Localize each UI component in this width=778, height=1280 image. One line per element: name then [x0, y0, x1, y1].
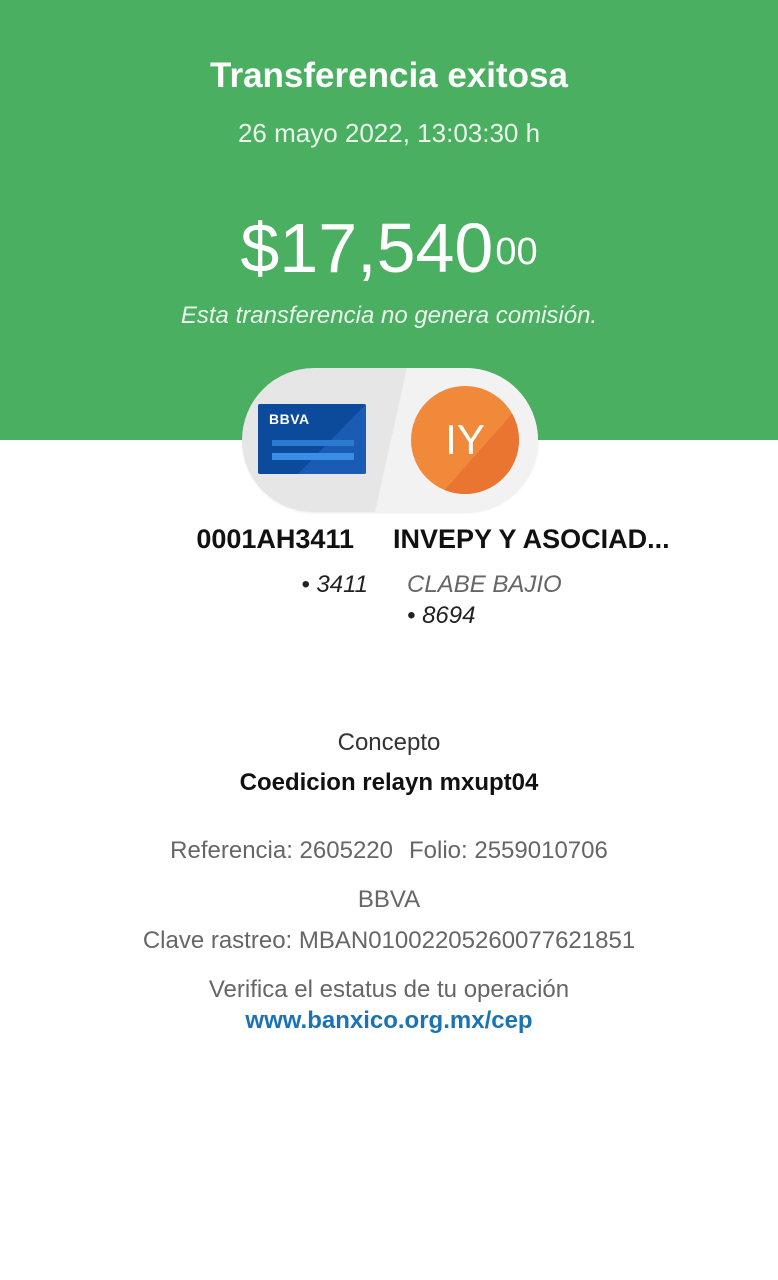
recipient-account-type: CLABE BAJIO	[407, 571, 562, 598]
transfer-parties-pill: BBVA IY	[242, 368, 538, 512]
reference-line: Referencia: 2605220 Folio: 2559010706	[0, 837, 778, 865]
card-stripe	[272, 440, 354, 446]
card-brand: BBVA	[269, 411, 310, 427]
bank-name: BBVA	[357, 886, 421, 913]
recipient-avatar: IY	[411, 386, 519, 494]
fee-note: Esta transferencia no genera comisión.	[180, 302, 598, 329]
concept-value: Coedicion relayn mxupt04	[239, 769, 539, 796]
amount-main: $17,540	[240, 209, 494, 287]
concept-label: Concepto	[337, 729, 441, 756]
recipient-name: INVEPY Y ASOCIAD...	[393, 524, 670, 554]
transfer-datetime: 26 mayo 2022, 13:03:30 h	[237, 118, 541, 148]
tracking-key: Clave rastreo: MBAN01002205260077621851	[142, 927, 636, 954]
verify-text: Verifica el estatus de tu operación	[208, 976, 570, 1003]
folio-number: Folio: 2559010706	[409, 837, 608, 864]
banxico-cep-link[interactable]: www.banxico.org.mx/cep	[0, 1007, 778, 1035]
recipient-account-number: • 8694	[407, 602, 476, 629]
origin-account-name: 0001AH3411	[196, 524, 354, 554]
amount-cents: 00	[495, 231, 538, 273]
page-title: Transferencia exitosa	[210, 56, 568, 95]
avatar-initials: IY	[445, 416, 485, 463]
reference-number: Referencia: 2605220	[170, 837, 393, 864]
bank-card-icon: BBVA	[258, 404, 366, 474]
origin-account-number: • 3411	[301, 571, 368, 598]
card-stripe	[272, 453, 354, 460]
transfer-amount: $17,54000	[0, 208, 778, 288]
